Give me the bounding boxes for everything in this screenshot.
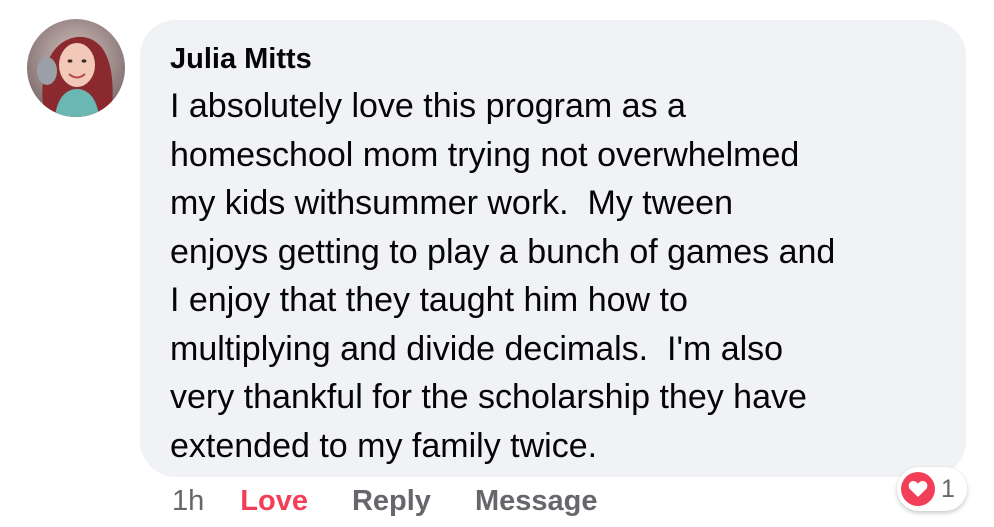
message-button[interactable]: Message [475, 485, 598, 518]
comment-thread: Julia Mitts I absolutely love this progr… [0, 0, 994, 527]
comment-bubble: Julia Mitts I absolutely love this progr… [140, 20, 966, 477]
reply-button[interactable]: Reply [352, 485, 431, 518]
reaction-count: 1 [941, 474, 955, 503]
comment-text: I absolutely love this program as a home… [170, 87, 836, 465]
avatar[interactable] [27, 19, 125, 117]
reaction-summary[interactable]: 1 [897, 467, 967, 511]
comment-actions: 1h Love Reply Message [172, 478, 597, 524]
avatar-photo-icon [27, 19, 125, 117]
heart-icon [901, 472, 935, 506]
comment-timestamp[interactable]: 1h [172, 485, 204, 518]
comment-author[interactable]: Julia Mitts [170, 42, 946, 76]
love-button[interactable]: Love [240, 485, 308, 518]
